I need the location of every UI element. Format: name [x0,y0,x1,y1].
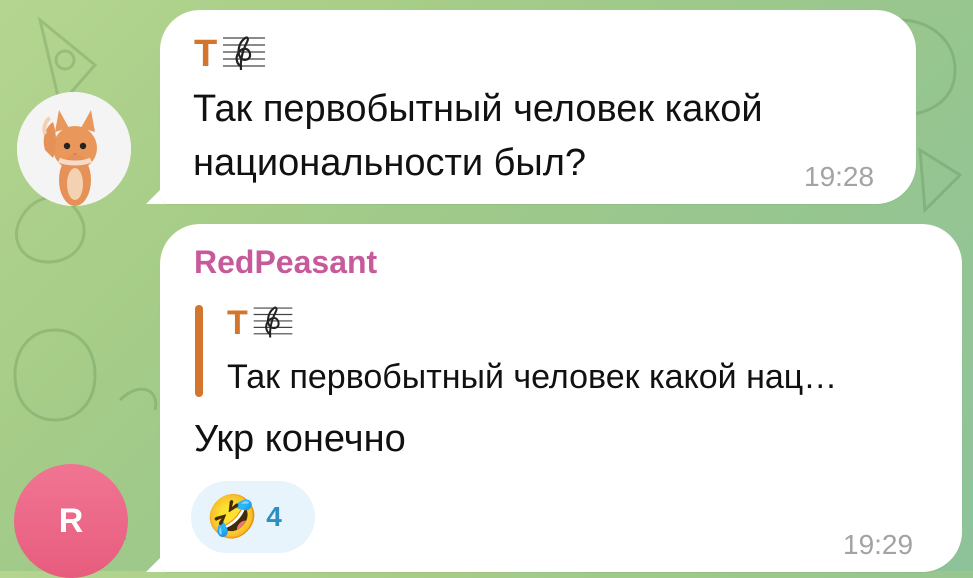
treble-clef-staff-icon [250,300,296,345]
avatar-initial: R [58,501,84,540]
reply-sender: T [227,300,296,345]
message-1-time: 19:28 [804,161,875,192]
reply-text: Так первобытный человек какой нац… [227,358,838,396]
treble-clef-staff-icon [219,30,269,77]
user-avatar-r[interactable]: R [14,464,128,578]
sender-initial: T [194,32,218,75]
message-1-text: Так первобытный человек какой национальн… [193,88,763,184]
reaction-chip[interactable]: 🤣 4 [191,481,315,553]
sender-name[interactable]: RedPeasant [194,244,377,281]
cat-avatar[interactable] [17,92,131,206]
message-2-text: Укр конечно [194,418,406,460]
chat-view: T Так первобытный человек какой национал… [0,0,973,578]
cat-icon [17,92,131,206]
reaction-count: 4 [266,501,282,532]
message-2-time: 19:29 [843,529,914,560]
rolling-on-the-floor-laughing-icon: 🤣 [206,493,259,540]
reply-preview[interactable]: T Так первобытный человек какой нац… [195,300,935,398]
reply-sender-initial: T [227,303,248,342]
message-1-sender[interactable]: T [194,30,269,77]
reply-accent-bar [195,305,203,397]
